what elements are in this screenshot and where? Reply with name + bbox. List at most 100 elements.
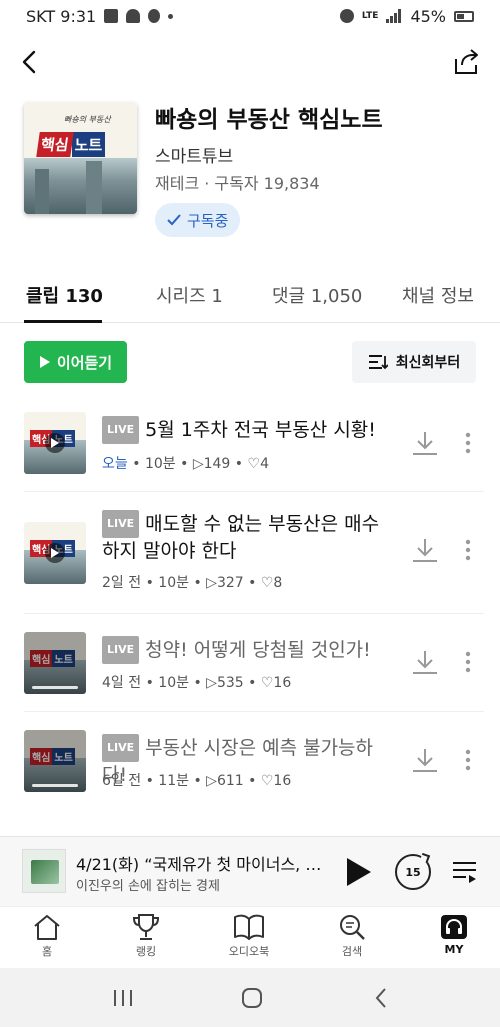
status-bar: SKT 9:31 LTE 45% xyxy=(0,0,500,32)
download-button[interactable] xyxy=(410,428,440,458)
share-button[interactable] xyxy=(450,46,482,78)
more-vertical-icon xyxy=(465,651,471,673)
tab-series[interactable]: 시리즈 1 xyxy=(156,282,223,308)
mini-player-play-button[interactable] xyxy=(342,855,376,889)
download-button[interactable] xyxy=(410,745,440,775)
tab-bar: 클립 130 시리즈 1 댓글 1,050 채널 정보 xyxy=(0,270,500,323)
channel-creator[interactable]: 스마트튜브 xyxy=(155,142,233,167)
app-notification-icon xyxy=(126,9,141,23)
episode-item[interactable]: 핵심 노트 LIVE 부동산 시장은 예측 불가능하다! 6일 전 • 11분 • … xyxy=(0,712,500,810)
live-badge: LIVE xyxy=(102,734,140,762)
more-options-button[interactable] xyxy=(458,745,478,775)
headphones-icon xyxy=(441,915,467,939)
continue-label: 이어듣기 xyxy=(56,353,113,372)
image-notification-icon xyxy=(104,9,119,23)
search-icon xyxy=(340,915,365,940)
episode-title: LIVE 5월 1주차 전국 부동산 시황! xyxy=(102,416,392,444)
active-tab-indicator xyxy=(24,320,102,323)
top-nav xyxy=(0,40,500,84)
more-options-button[interactable] xyxy=(458,428,478,458)
home-circle-icon xyxy=(242,988,262,1008)
mini-player[interactable]: 4/21(화) “국제유가 첫 마이너스, 사상 초유의 사태” 이진우의 손에… xyxy=(0,836,500,906)
system-back-button[interactable] xyxy=(366,986,396,1010)
mini-player-thumbnail[interactable] xyxy=(22,849,66,893)
skip-forward-button[interactable]: 15 xyxy=(395,854,431,890)
bottom-navigation: 홈 랭킹 오디오북 검색 MY xyxy=(0,906,500,968)
sort-icon xyxy=(368,355,388,370)
nav-search[interactable]: 검색 xyxy=(317,913,387,959)
back-arrow-icon xyxy=(375,988,386,1008)
recent-apps-button[interactable] xyxy=(108,986,138,1010)
live-badge: LIVE xyxy=(102,510,140,538)
episode-item[interactable]: 핵심노트 LIVE5월 1주차 전국 부동산 시황! 오늘 • 10분 • ▷1… xyxy=(0,396,500,492)
sort-button[interactable]: 최신회부터 xyxy=(352,341,476,383)
heart-icon: ♡ xyxy=(260,675,274,691)
episode-thumbnail[interactable]: 핵심노트 xyxy=(24,730,86,792)
more-vertical-icon xyxy=(465,432,471,454)
episode-thumbnail[interactable]: 핵심노트 xyxy=(24,412,86,474)
home-system-button[interactable] xyxy=(237,986,267,1010)
subscribe-label: 구독중 xyxy=(187,211,229,230)
episode-meta: 오늘 • 10분 • ▷149 • ♡4 xyxy=(102,456,269,472)
channel-meta: 재테크 · 구독자 19,834 xyxy=(155,174,320,193)
heart-icon: ♡ xyxy=(260,575,274,591)
check-icon xyxy=(167,214,181,226)
play-icon xyxy=(45,433,65,453)
nav-ranking[interactable]: 랭킹 xyxy=(111,913,181,959)
plays-icon: ▷ xyxy=(206,773,217,789)
download-icon xyxy=(413,651,437,674)
download-icon xyxy=(413,432,437,455)
back-button[interactable] xyxy=(14,46,44,78)
network-type: LTE xyxy=(361,11,379,21)
cover-script: 빠숑의 부동산 xyxy=(64,115,111,124)
download-icon xyxy=(413,539,437,562)
listened-progress xyxy=(32,686,78,689)
trophy-icon xyxy=(132,914,160,940)
channel-header: 빠숑의 부동산 핵심 노트 빠숑의 부동산 핵심노트 스마트튜브 재테크 · 구독… xyxy=(24,100,484,240)
tab-clips[interactable]: 클립 130 xyxy=(26,282,103,308)
plays-icon: ▷ xyxy=(206,675,217,691)
tab-channel-info[interactable]: 채널 정보 xyxy=(402,282,474,308)
battery-percent: 45% xyxy=(410,6,446,26)
continue-listening-button[interactable]: 이어듣기 xyxy=(24,341,127,383)
battery-icon xyxy=(454,10,474,22)
more-options-button[interactable] xyxy=(458,647,478,677)
download-icon xyxy=(413,749,437,772)
more-options-button[interactable] xyxy=(458,535,478,565)
nav-home[interactable]: 홈 xyxy=(12,913,82,959)
mini-player-title[interactable]: 4/21(화) “국제유가 첫 마이너스, 사상 초유의 사태” xyxy=(76,851,326,875)
episode-title: LIVE 청약! 어떻게 당첨될 것인가! xyxy=(102,636,392,664)
alarm-icon xyxy=(339,9,354,23)
subscribe-button[interactable]: 구독중 xyxy=(155,203,241,237)
signal-icon xyxy=(386,9,402,23)
download-button[interactable] xyxy=(410,535,440,565)
episode-item[interactable]: 핵심노트 LIVE매도할 수 없는 부동산은 매수하지 말아야 한다 2일 전 … xyxy=(0,492,500,614)
download-button[interactable] xyxy=(410,647,440,677)
more-vertical-icon xyxy=(465,539,471,561)
action-row: 이어듣기 최신회부터 xyxy=(0,341,500,385)
chevron-left-icon xyxy=(22,50,36,74)
recent-apps-icon xyxy=(114,990,132,1006)
live-badge: LIVE xyxy=(102,416,140,444)
more-notifications-icon xyxy=(168,13,174,19)
nav-my[interactable]: MY xyxy=(419,913,489,956)
live-badge: LIVE xyxy=(102,636,140,664)
episode-thumbnail[interactable]: 핵심노트 xyxy=(24,632,86,694)
play-icon xyxy=(39,356,50,368)
episode-thumbnail[interactable]: 핵심노트 xyxy=(24,522,86,584)
playlist-button[interactable] xyxy=(450,855,480,889)
play-icon xyxy=(347,858,371,886)
episode-meta: 6일 전 • 11분 • ▷611 • ♡16 xyxy=(102,773,292,789)
more-vertical-icon xyxy=(465,749,471,771)
tab-comments[interactable]: 댓글 1,050 xyxy=(272,282,362,308)
play-icon xyxy=(45,543,65,563)
playlist-icon xyxy=(453,862,476,883)
episode-meta: 2일 전 • 10분 • ▷327 • ♡8 xyxy=(102,575,283,591)
cover-logo: 핵심 노트 xyxy=(36,131,116,157)
episode-meta: 4일 전 • 10분 • ▷535 • ♡16 xyxy=(102,675,292,691)
nav-audiobook[interactable]: 오디오북 xyxy=(214,913,284,959)
channel-title: 빠숑의 부동산 핵심노트 xyxy=(155,107,383,133)
episode-title: LIVE 매도할 수 없는 부동산은 매수하지 말아야 한다 xyxy=(102,510,392,564)
plays-icon: ▷ xyxy=(206,575,217,591)
episode-item[interactable]: 핵심 노트 LIVE 청약! 어떻게 당첨될 것인가! 4일 전 • 10분 • ▷… xyxy=(0,614,500,712)
